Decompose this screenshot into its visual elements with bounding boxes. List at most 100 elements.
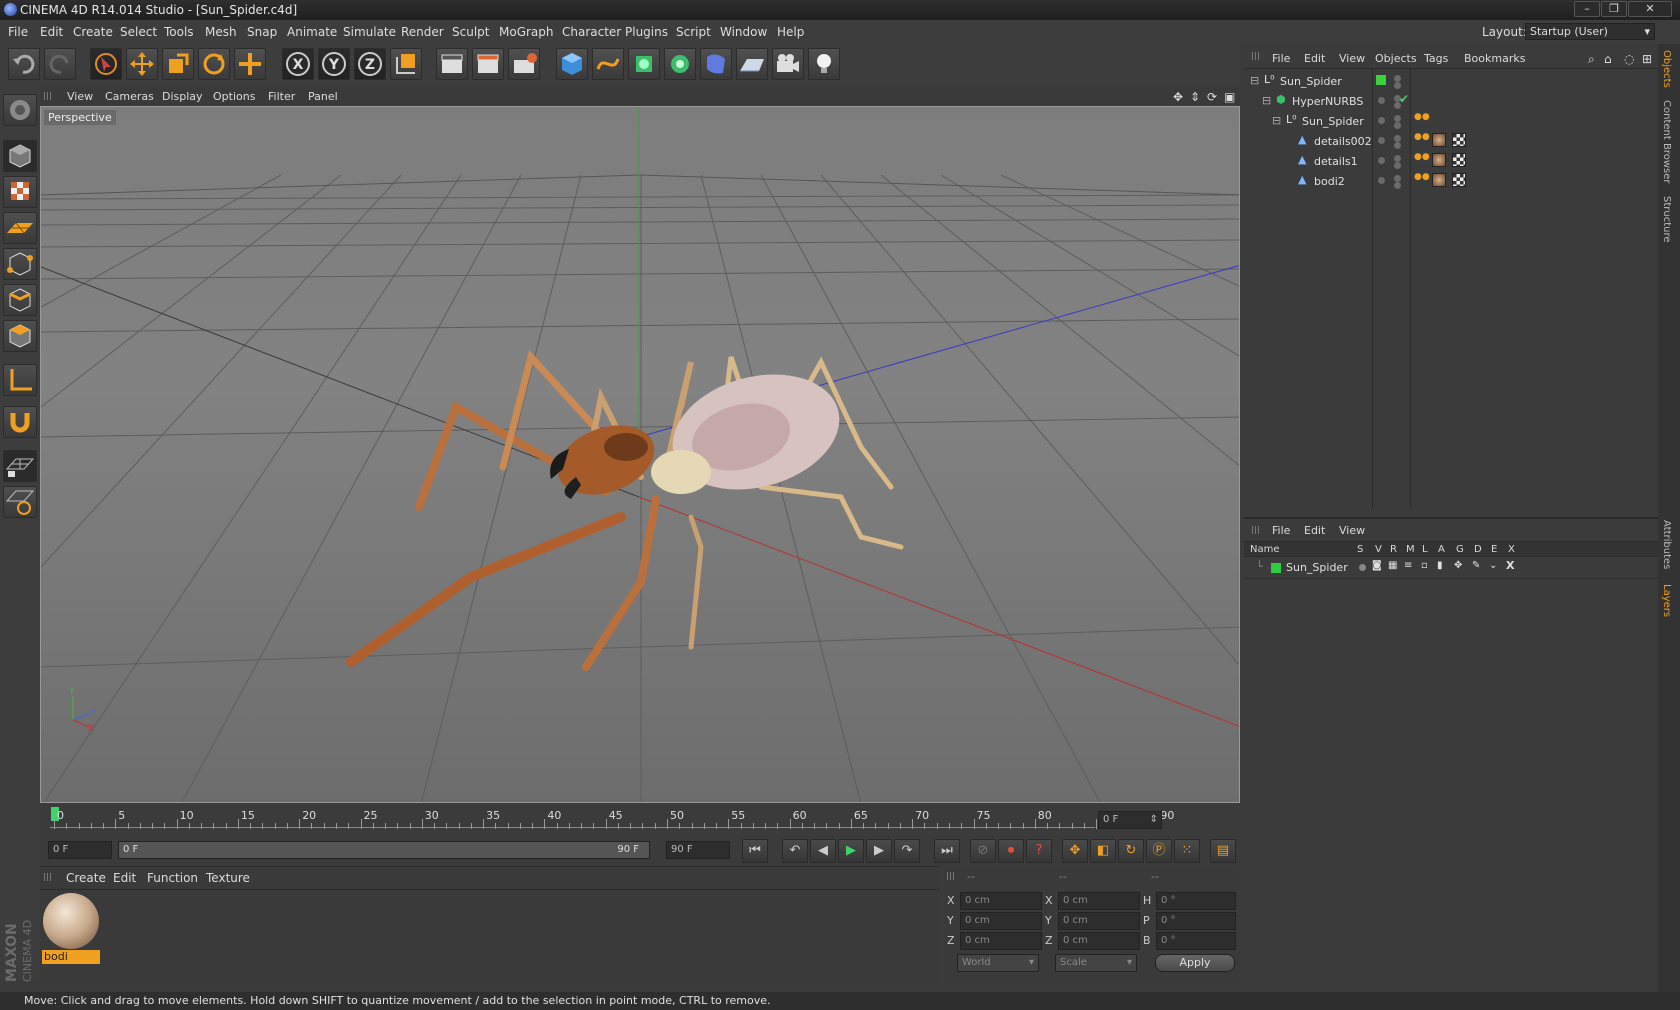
move-tool-button[interactable] xyxy=(126,48,158,80)
maximize-button[interactable]: ❐ xyxy=(1601,1,1627,17)
material-menu-edit[interactable]: Edit xyxy=(113,871,136,885)
tab-layers[interactable]: Layers xyxy=(1661,584,1672,617)
render-view-button[interactable] xyxy=(436,48,468,80)
tab-content-browser[interactable]: Content Browser xyxy=(1661,100,1672,183)
live-selection-button[interactable] xyxy=(90,48,122,80)
column-animation[interactable]: A xyxy=(1438,544,1445,555)
collapse-icon[interactable]: ⊟ xyxy=(1262,94,1271,107)
layer-name[interactable]: Sun_Spider xyxy=(1286,561,1348,574)
drag-handle-icon[interactable] xyxy=(947,872,955,880)
viewport-menu-filter[interactable]: Filter xyxy=(268,90,295,103)
y-axis-lock-button[interactable]: Y xyxy=(318,48,350,80)
enabled-check-icon[interactable]: ✔ xyxy=(1399,92,1409,106)
generator-toggle-icon[interactable]: ✥ xyxy=(1454,560,1462,571)
object-name[interactable]: Sun_Spider xyxy=(1280,75,1342,88)
drag-handle-icon[interactable] xyxy=(44,92,52,100)
timeline-ruler[interactable]: 051015202530354045505560657075808590 0 F… xyxy=(40,805,1240,835)
tree-row[interactable]: ▲ details002 ●● xyxy=(1244,130,1658,150)
recent-tool-button[interactable] xyxy=(234,48,266,80)
deformer-button[interactable] xyxy=(700,48,732,80)
start-frame-field[interactable]: 0 F xyxy=(48,841,112,859)
rot-b-field[interactable]: 0 ° xyxy=(1156,932,1236,950)
locked-workplane-button[interactable] xyxy=(3,450,37,482)
menu-script[interactable]: Script xyxy=(676,25,711,39)
new-window-icon[interactable]: ⊞ xyxy=(1642,52,1652,66)
tab-objects[interactable]: Objects xyxy=(1661,50,1672,88)
menu-simulate[interactable]: Simulate xyxy=(343,25,396,39)
collapse-icon[interactable]: ⊟ xyxy=(1272,114,1281,127)
objects-menu-objects[interactable]: Objects xyxy=(1375,52,1417,65)
xref-toggle-icon[interactable]: X xyxy=(1506,559,1514,572)
autokey-button[interactable]: ⏺ xyxy=(998,839,1024,863)
phong-tag-icon[interactable]: ●● xyxy=(1414,112,1430,122)
timeline-window-button[interactable]: ▤ xyxy=(1210,839,1236,863)
column-name[interactable]: Name xyxy=(1250,544,1280,555)
menu-character[interactable]: Character xyxy=(562,25,621,39)
viewport-menu-display[interactable]: Display xyxy=(162,90,203,103)
menu-sculpt[interactable]: Sculpt xyxy=(452,25,489,39)
render-visibility-dot[interactable] xyxy=(1394,82,1401,89)
solo-toggle-icon[interactable] xyxy=(1359,564,1366,571)
menu-mograph[interactable]: MoGraph xyxy=(499,25,554,39)
home-icon[interactable]: ⌂ xyxy=(1604,52,1612,66)
render-picture-viewer-button[interactable] xyxy=(472,48,504,80)
layers-menu-file[interactable]: File xyxy=(1272,524,1290,537)
objects-menu-tags[interactable]: Tags xyxy=(1424,52,1448,65)
column-locked[interactable]: L xyxy=(1422,544,1428,555)
material-tag-icon[interactable] xyxy=(1432,153,1446,167)
viewport-menu-cameras[interactable]: Cameras xyxy=(105,90,154,103)
material-swatch[interactable]: bodi xyxy=(42,892,100,964)
editor-visibility-dot[interactable] xyxy=(1378,117,1385,124)
column-generators[interactable]: G xyxy=(1456,544,1464,555)
coordinate-mode-dropdown[interactable]: World ▾ xyxy=(957,954,1039,972)
rot-p-field[interactable]: 0 ° xyxy=(1156,912,1236,930)
pos-z-field[interactable]: 0 cm xyxy=(960,932,1042,950)
editor-visibility-dot[interactable] xyxy=(1378,157,1385,164)
camera-button[interactable] xyxy=(772,48,804,80)
object-name[interactable]: bodi2 xyxy=(1314,175,1345,188)
search-icon[interactable]: ⌕ xyxy=(1588,52,1595,67)
menu-animate[interactable]: Animate xyxy=(287,25,337,39)
menu-render[interactable]: Render xyxy=(401,25,444,39)
pan-view-icon[interactable]: ✥ xyxy=(1173,90,1183,104)
key-pla-button[interactable]: ⁙ xyxy=(1174,839,1200,863)
range-slider[interactable]: 0 F 90 F xyxy=(118,841,650,859)
size-y-field[interactable]: 0 cm xyxy=(1058,912,1140,930)
column-xref[interactable]: X xyxy=(1508,544,1515,555)
collapse-icon[interactable]: ⊟ xyxy=(1250,74,1259,87)
rot-h-field[interactable]: 0 ° xyxy=(1156,892,1236,910)
points-mode-button[interactable] xyxy=(3,248,37,280)
apply-button[interactable]: Apply xyxy=(1155,954,1235,972)
drag-handle-icon[interactable] xyxy=(44,873,52,881)
play-button[interactable]: ▶ xyxy=(838,839,864,863)
x-axis-lock-button[interactable]: X xyxy=(282,48,314,80)
render-visibility-dot[interactable] xyxy=(1394,142,1401,149)
z-axis-lock-button[interactable]: Z xyxy=(354,48,386,80)
perspective-viewport[interactable]: Y Z X Perspective xyxy=(40,106,1240,803)
tab-structure[interactable]: Structure xyxy=(1661,196,1672,243)
drag-handle-icon[interactable] xyxy=(1252,52,1260,60)
rotate-view-icon[interactable]: ⟳ xyxy=(1207,90,1217,104)
planar-workplane-button[interactable] xyxy=(3,486,37,518)
tree-row[interactable]: ⊟ ⬢ HyperNURBS ✔ xyxy=(1244,90,1658,110)
menu-plugins[interactable]: Plugins xyxy=(625,25,668,39)
cube-primitive-button[interactable] xyxy=(556,48,588,80)
menu-mesh[interactable]: Mesh xyxy=(205,25,237,39)
current-frame-field[interactable]: 0 F ⇕ xyxy=(1098,811,1162,829)
phong-tag-icon[interactable]: ●● xyxy=(1414,172,1430,182)
menu-tools[interactable]: Tools xyxy=(164,25,194,39)
tab-attributes[interactable]: Attributes xyxy=(1661,520,1672,569)
render-settings-button[interactable] xyxy=(508,48,540,80)
mograph-button[interactable] xyxy=(664,48,696,80)
object-name[interactable]: HyperNURBS xyxy=(1292,95,1363,108)
object-name[interactable]: Sun_Spider xyxy=(1302,115,1364,128)
tree-row[interactable]: ▲ details1 ●● xyxy=(1244,150,1658,170)
menu-help[interactable]: Help xyxy=(777,25,804,39)
undo-button[interactable] xyxy=(8,48,40,80)
menu-select[interactable]: Select xyxy=(120,25,157,39)
redo-button[interactable] xyxy=(44,48,76,80)
viewport-menu-options[interactable]: Options xyxy=(213,90,255,103)
column-visible[interactable]: V xyxy=(1375,544,1382,555)
column-manager[interactable]: M xyxy=(1406,544,1415,555)
layer-row[interactable]: └ Sun_Spider ◙ ▦ ≡ ▫ ▮ ✥ ✎ ⌄ X xyxy=(1244,558,1658,578)
